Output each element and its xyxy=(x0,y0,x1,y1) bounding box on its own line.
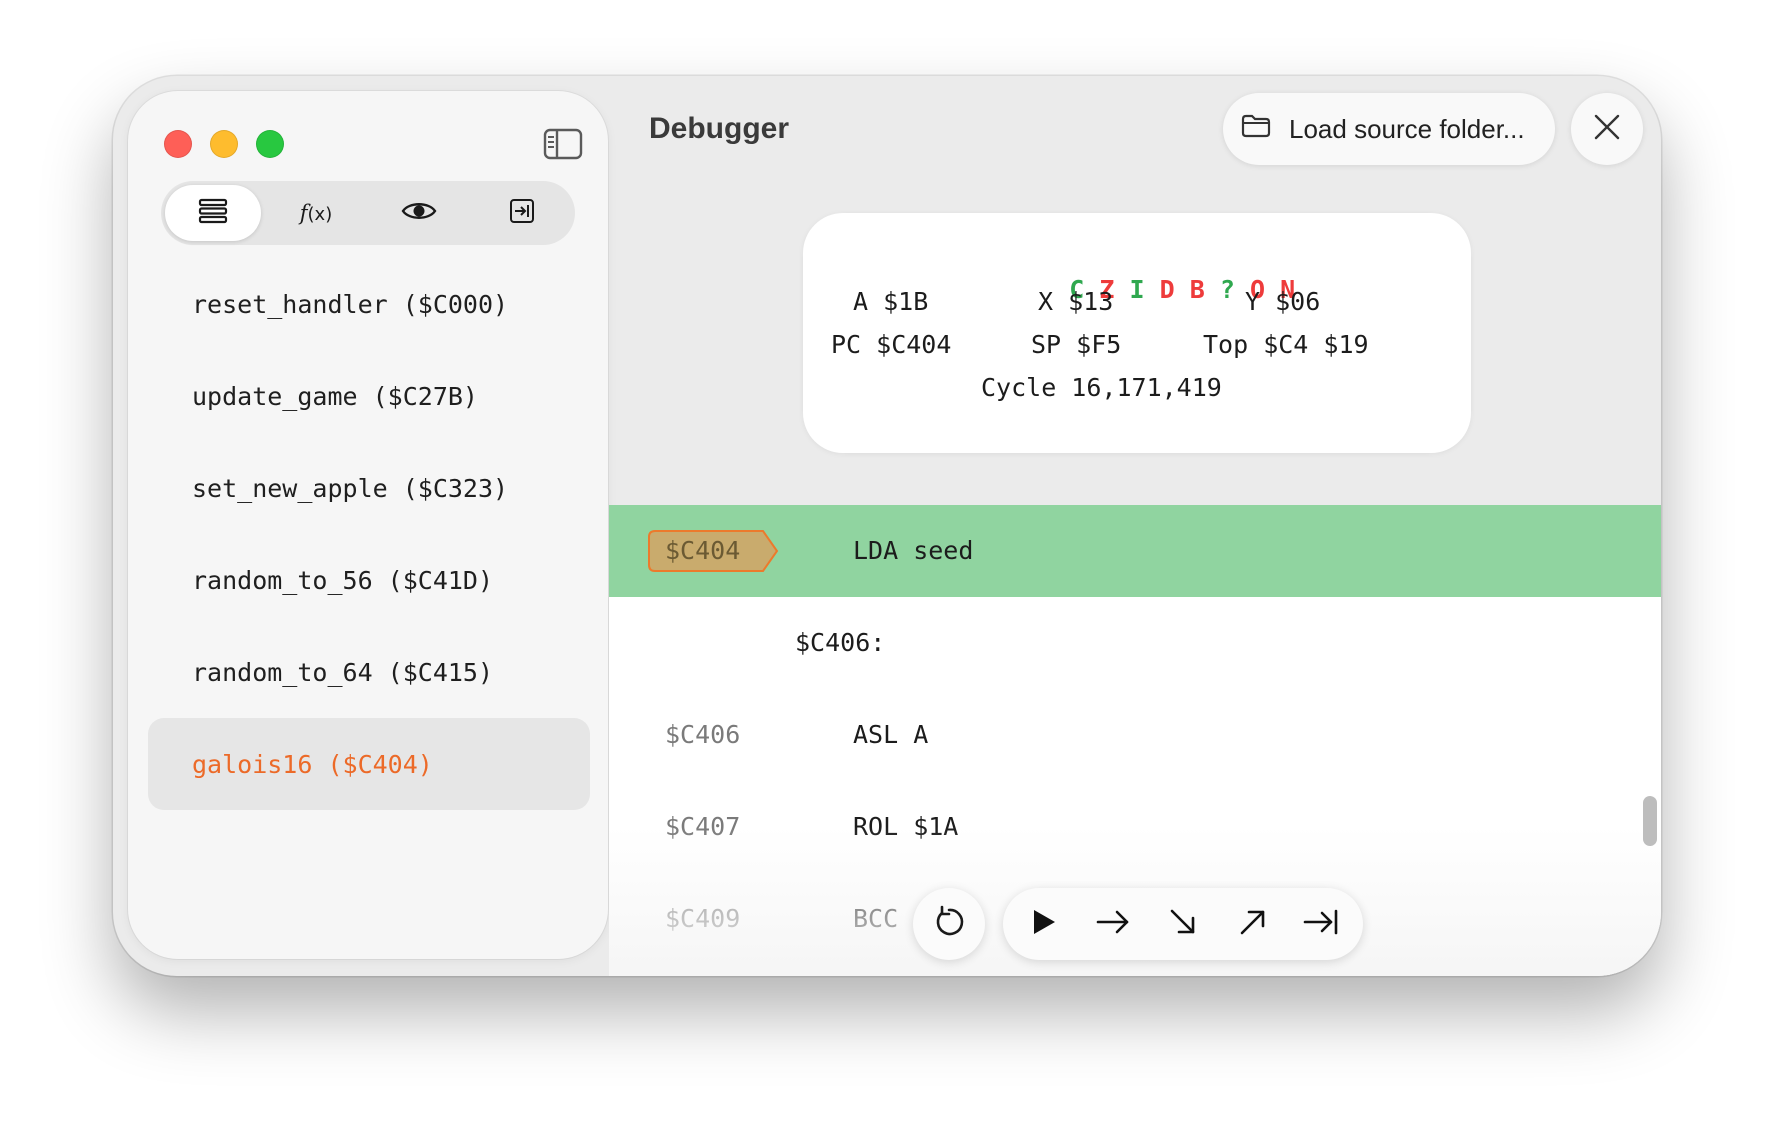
tab-step-into[interactable] xyxy=(474,185,570,241)
stack-top: Top $C4 $19 xyxy=(1203,330,1369,359)
register-sp: SP $F5 xyxy=(1031,330,1122,359)
symbol-item[interactable]: update_game ($C27B) xyxy=(148,350,590,442)
folder-icon xyxy=(1241,114,1271,145)
execution-controls xyxy=(1003,888,1363,960)
symbol-list: reset_handler ($C000) update_game ($C27B… xyxy=(148,258,590,810)
code-line[interactable]: $C407 ROL $1A xyxy=(609,781,1661,873)
symbol-item[interactable]: random_to_64 ($C415) xyxy=(148,626,590,718)
pc-marker: $C404 xyxy=(647,529,783,573)
scrollbar-thumb[interactable] xyxy=(1643,796,1657,846)
step-out-icon xyxy=(1238,907,1268,942)
register-y: Y $06 xyxy=(1245,287,1321,316)
register-x: X $13 xyxy=(1038,287,1114,316)
current-address: $C404 xyxy=(665,536,741,565)
step-into-icon xyxy=(1168,907,1198,942)
code-label: $C406: xyxy=(795,628,886,657)
arrow-to-line-icon xyxy=(509,198,535,229)
line-instruction: ASL A xyxy=(853,720,929,749)
sidebar-tab-bar: f(x) xyxy=(161,181,575,245)
close-icon xyxy=(1593,113,1621,146)
load-source-folder-label: Load source folder... xyxy=(1289,113,1525,144)
symbol-item[interactable]: random_to_56 ($C41D) xyxy=(148,534,590,626)
line-address: $C409 xyxy=(665,904,741,933)
flag-d: D xyxy=(1159,275,1175,304)
close-debugger-button[interactable] xyxy=(1571,93,1643,165)
register-a: A $1B xyxy=(853,287,929,316)
debugger-window: f(x) reset_handler ($C000) update_game (… xyxy=(113,76,1661,976)
flag-b: B xyxy=(1189,275,1205,304)
play-icon xyxy=(1028,907,1058,942)
eye-icon xyxy=(401,199,437,228)
register-panel: C Z I D B ? O N A $1B X $13 Y $06 PC $C4… xyxy=(803,213,1471,453)
step-out-button[interactable] xyxy=(1229,900,1277,948)
sidebar-toggle-icon[interactable] xyxy=(542,127,584,161)
flag-i: I xyxy=(1129,275,1145,304)
line-instruction: BCC xyxy=(853,904,899,933)
play-button[interactable] xyxy=(1019,900,1067,948)
tab-symbols[interactable] xyxy=(165,185,261,241)
window-title: Debugger xyxy=(649,112,790,145)
line-instruction: ROL $1A xyxy=(853,812,959,841)
line-address: $C406 xyxy=(665,720,741,749)
register-pc: PC $C404 xyxy=(831,330,952,359)
restart-icon xyxy=(931,904,967,945)
current-instruction-row[interactable]: $C404 LDA seed xyxy=(609,505,1661,597)
load-source-folder-button[interactable]: Load source folder... xyxy=(1223,93,1555,165)
tab-functions[interactable]: f(x) xyxy=(268,185,364,241)
code-line[interactable]: $C406 ASL A xyxy=(609,689,1661,781)
current-instruction: LDA seed xyxy=(853,536,974,565)
restart-button[interactable] xyxy=(913,888,985,960)
step-into-button[interactable] xyxy=(1159,900,1207,948)
function-icon: f(x) xyxy=(299,201,333,225)
step-over-icon xyxy=(1096,909,1130,940)
run-to-end-icon xyxy=(1303,908,1339,941)
cycle-count: Cycle 16,171,419 xyxy=(981,373,1222,402)
window-zoom-button[interactable] xyxy=(256,130,284,158)
symbol-item-selected[interactable]: galois16 ($C404) xyxy=(148,718,590,810)
run-to-end-button[interactable] xyxy=(1297,900,1345,948)
window-close-button[interactable] xyxy=(164,130,192,158)
list-icon xyxy=(198,198,228,229)
line-address: $C407 xyxy=(665,812,741,841)
label-row: $C406: xyxy=(609,597,1661,689)
sidebar: f(x) reset_handler ($C000) update_game (… xyxy=(128,91,608,959)
flag-unused: ? xyxy=(1219,275,1235,304)
window-minimize-button[interactable] xyxy=(210,130,238,158)
symbol-item[interactable]: reset_handler ($C000) xyxy=(148,258,590,350)
step-over-button[interactable] xyxy=(1089,900,1137,948)
symbol-item[interactable]: set_new_apple ($C323) xyxy=(148,442,590,534)
tab-watch[interactable] xyxy=(371,185,467,241)
